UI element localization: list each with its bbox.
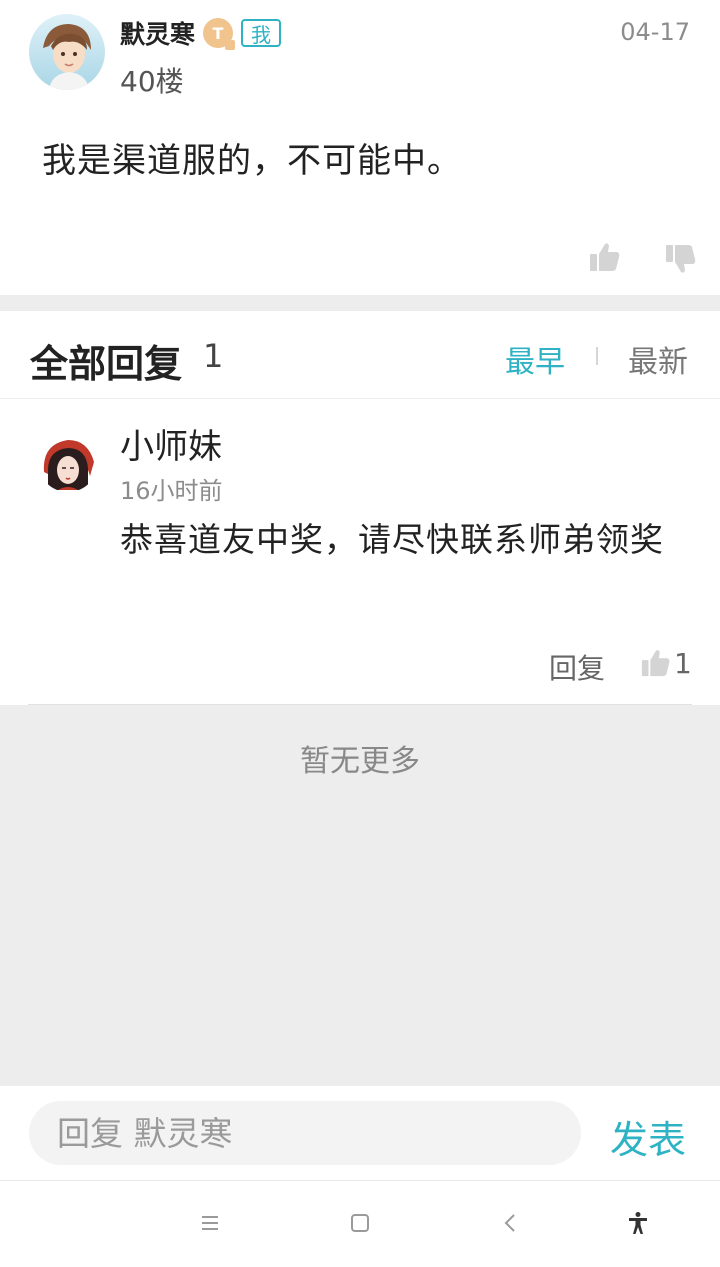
reply-input[interactable] xyxy=(29,1101,581,1165)
thumbs-up-icon[interactable] xyxy=(640,647,672,679)
post-content: 我是渠道服的，不可能中。 xyxy=(42,141,462,181)
reply-author-name[interactable]: 小师妹 xyxy=(120,419,222,468)
replies-header: 全部回复 1 最早 最新 xyxy=(0,311,720,399)
accessibility-icon[interactable] xyxy=(626,1211,650,1235)
thumbs-up-icon[interactable] xyxy=(588,240,622,274)
avatar[interactable] xyxy=(38,432,98,492)
divider xyxy=(28,704,692,705)
menu-icon[interactable] xyxy=(198,1211,222,1235)
reply-like-count: 1 xyxy=(674,647,692,680)
send-button[interactable]: 发表 xyxy=(610,1109,686,1164)
reply-button[interactable]: 回复 xyxy=(549,647,605,687)
post-author-name[interactable]: 默灵寒 xyxy=(120,15,195,51)
reply-time: 16小时前 xyxy=(120,477,223,505)
back-chevron-icon[interactable] xyxy=(499,1211,523,1235)
replies-title: 全部回复 xyxy=(30,342,183,386)
sort-newest-tab[interactable]: 最新 xyxy=(628,337,688,381)
floor-number: 40楼 xyxy=(120,65,184,98)
post-date: 04-17 xyxy=(620,18,690,46)
avatar[interactable] xyxy=(29,14,105,90)
sort-divider xyxy=(596,347,598,365)
reply-input-bar: 发表 xyxy=(0,1086,720,1180)
author-line: 默灵寒 T 我 xyxy=(120,15,282,51)
sort-earliest-tab[interactable]: 最早 xyxy=(505,337,565,381)
no-more-text: 暂无更多 xyxy=(300,744,420,779)
post-card: 默灵寒 T 我 40楼 04-17 我是渠道服的，不可能中。 xyxy=(0,0,720,295)
home-square-icon[interactable] xyxy=(348,1211,372,1235)
replies-count: 1 xyxy=(203,337,224,375)
reply-text: 恭喜道友中奖，请尽快联系师弟领奖 xyxy=(120,520,664,559)
me-badge: 我 xyxy=(241,19,282,47)
thumbs-down-icon[interactable] xyxy=(664,242,698,276)
system-nav-bar xyxy=(0,1180,720,1267)
replies-section: 全部回复 1 最早 最新 小师妹 16小时前 恭喜道友中奖，请尽快联系师弟领奖 … xyxy=(0,311,720,705)
level-badge: T xyxy=(203,18,236,50)
